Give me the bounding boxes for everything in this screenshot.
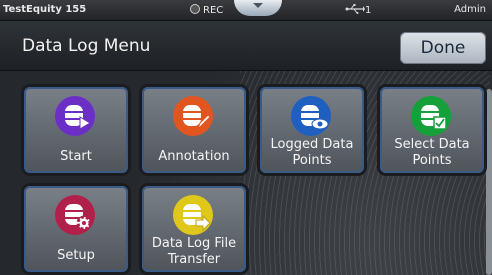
setup-tile[interactable]: Setup	[24, 186, 128, 272]
start-tile[interactable]: Start	[24, 87, 128, 173]
database-export-icon	[173, 195, 213, 235]
rec-label: REC	[203, 5, 224, 16]
pull-down-tab[interactable]	[234, 0, 282, 16]
logged-data-points-label: Logged Data Points	[270, 137, 354, 168]
device-name: TestEquity 155	[3, 4, 87, 15]
annotation-tile[interactable]: Annotation	[142, 87, 246, 173]
scrollbar[interactable]	[486, 89, 492, 275]
chevron-down-icon	[253, 3, 263, 8]
page-title: Data Log Menu	[22, 36, 151, 56]
menu-area: Start Annotation Logged Data Points Sele…	[0, 71, 492, 275]
annotation-label: Annotation	[158, 149, 230, 164]
user-label[interactable]: Admin	[454, 4, 486, 15]
database-checkbox-icon	[411, 96, 451, 136]
usb-status: 1	[345, 3, 371, 16]
setup-label: Setup	[57, 248, 95, 263]
database-play-icon	[55, 96, 95, 136]
screen: TestEquity 155 REC 1 Admin Data Log Menu…	[0, 0, 492, 275]
data-log-file-transfer-tile[interactable]: Data Log File Transfer	[142, 186, 246, 272]
database-gear-icon	[55, 195, 95, 235]
status-bar: TestEquity 155 REC 1 Admin	[0, 0, 492, 21]
done-button[interactable]: Done	[400, 32, 486, 64]
header-bar: Data Log Menu Done	[0, 21, 492, 71]
usb-count: 1	[365, 5, 372, 16]
database-eye-icon	[291, 96, 331, 136]
select-data-points-tile[interactable]: Select Data Points	[380, 87, 484, 173]
record-icon	[190, 4, 200, 14]
data-log-file-transfer-label: Data Log File Transfer	[151, 236, 237, 267]
rec-indicator: REC	[190, 4, 223, 16]
database-pencil-icon	[173, 96, 213, 136]
select-data-points-label: Select Data Points	[394, 137, 470, 168]
start-label: Start	[60, 149, 92, 164]
usb-icon	[345, 4, 365, 14]
logged-data-points-tile[interactable]: Logged Data Points	[260, 87, 364, 173]
